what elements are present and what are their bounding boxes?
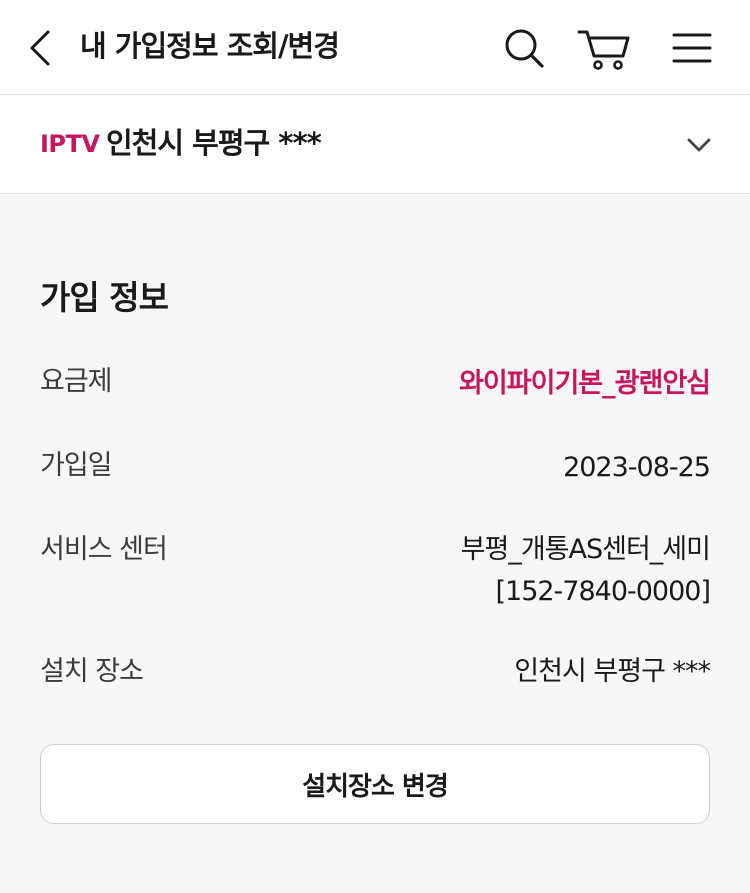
service-center-phone: [152-7840-0000] [495, 576, 711, 607]
menu-button[interactable] [668, 24, 716, 72]
install-location-label: 설치 장소 [40, 656, 144, 687]
cart-icon [577, 30, 630, 70]
search-icon [505, 29, 544, 68]
chevron-down-icon[interactable] [684, 130, 714, 160]
back-arrow-icon [30, 30, 50, 66]
service-type-label: IPTV [40, 130, 100, 158]
service-address: 인천시 부평구 *** [106, 126, 322, 160]
cart-button[interactable] [576, 24, 632, 72]
service-center-label: 서비스 센터 [40, 534, 168, 565]
service-selector[interactable]: IPTV 인천시 부평구 *** [0, 96, 750, 194]
join-date-label: 가입일 [40, 450, 113, 481]
page-title: 내 가입정보 조회/변경 [80, 29, 340, 63]
section-title: 가입 정보 [40, 278, 169, 317]
join-date-value: 2023-08-25 [563, 452, 711, 483]
plan-label: 요금제 [40, 366, 113, 397]
service-center-value: 부평_개통AS센터_세미 [460, 534, 711, 565]
plan-value[interactable]: 와이파이기본_광랜안심 [459, 364, 711, 404]
top-app-bar: 내 가입정보 조회/변경 [0, 0, 750, 95]
hamburger-menu-icon [672, 33, 712, 63]
install-location-value: 인천시 부평구 *** [514, 656, 711, 687]
back-button[interactable] [22, 26, 62, 70]
search-button[interactable] [500, 24, 548, 72]
change-install-location-button[interactable]: 설치장소 변경 [40, 744, 710, 824]
